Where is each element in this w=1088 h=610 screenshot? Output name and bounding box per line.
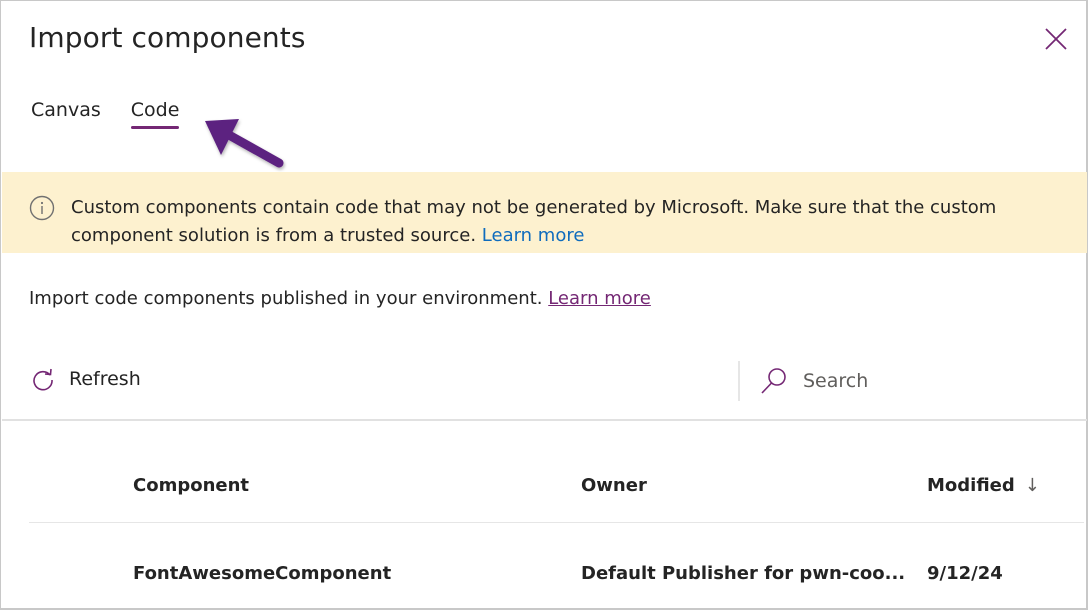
close-button[interactable] [1043, 26, 1069, 52]
toolbar-separator [738, 361, 740, 401]
header-divider [29, 522, 1084, 523]
column-header-modified-label: Modified [927, 475, 1015, 496]
refresh-button[interactable]: Refresh [31, 367, 141, 391]
learn-more-link[interactable]: Learn more [548, 288, 651, 309]
column-header-modified[interactable]: Modified ↓ [927, 475, 1040, 496]
search-box[interactable] [759, 365, 1059, 397]
search-icon [761, 368, 786, 394]
toolbar-divider [2, 419, 1087, 421]
sort-descending-icon: ↓ [1024, 475, 1040, 496]
cell-modified: 9/12/24 [927, 563, 1003, 584]
cell-component: FontAwesomeComponent [133, 563, 392, 584]
refresh-icon [33, 368, 53, 391]
banner-message: Custom components contain code that may … [71, 194, 1061, 250]
tab-list: Canvas Code [31, 99, 179, 129]
dialog-title: Import components [29, 21, 306, 54]
warning-banner: Custom components contain code that may … [2, 172, 1087, 253]
arrow-pointer-icon [205, 119, 284, 168]
description-text: Import code components published in your… [29, 288, 543, 309]
column-header-component[interactable]: Component [133, 475, 249, 496]
info-icon [29, 195, 55, 221]
banner-learn-more-link[interactable]: Learn more [482, 225, 585, 246]
tab-code[interactable]: Code [130, 99, 179, 129]
description: Import code components published in your… [29, 288, 651, 309]
import-components-dialog: Import components Canvas Code Custom com… [0, 0, 1088, 610]
column-header-owner[interactable]: Owner [581, 475, 647, 496]
cell-owner: Default Publisher for pwn-coo... [581, 563, 906, 584]
tab-canvas[interactable]: Canvas [31, 99, 101, 129]
close-icon [1045, 28, 1067, 50]
search-input[interactable] [803, 370, 1043, 392]
refresh-label: Refresh [69, 368, 141, 390]
